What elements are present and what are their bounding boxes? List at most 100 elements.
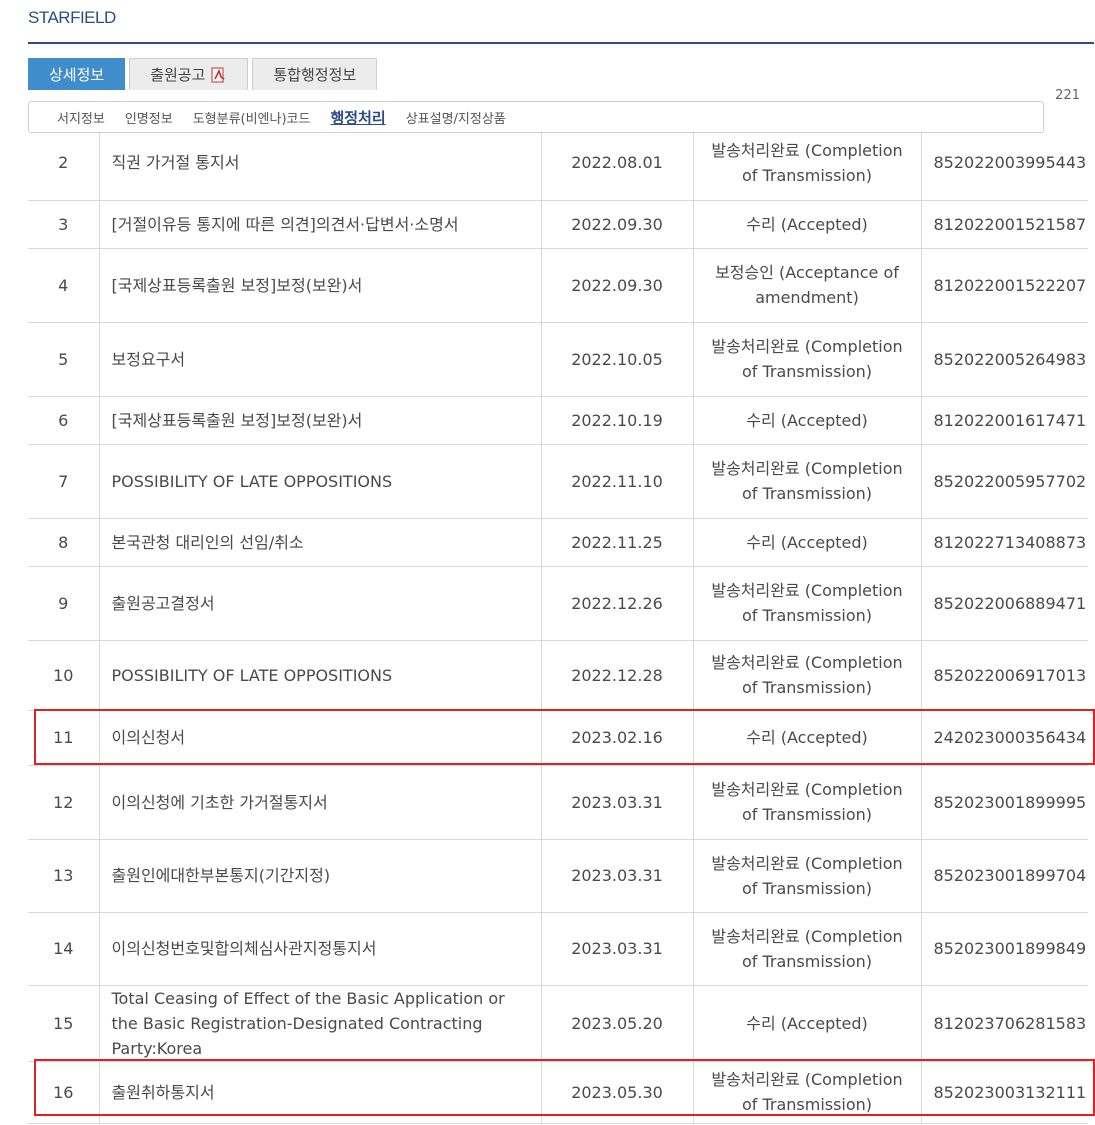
document-number: 852022005957702 bbox=[921, 444, 1088, 519]
document-number: 852023001899995 bbox=[921, 765, 1088, 840]
process-date: 2022.10.05 bbox=[541, 322, 694, 397]
document-name: 본국관청 대리인의 선임/취소 bbox=[99, 518, 542, 567]
document-number: 852022003995443 bbox=[921, 126, 1088, 201]
row-number: 10 bbox=[28, 640, 100, 711]
table-row: 5 보정요구서 2022.10.05 발송처리완료 (Completion of Tr… bbox=[28, 322, 1088, 397]
process-date: 2022.12.26 bbox=[541, 566, 694, 641]
subnav-admin-process[interactable]: 행정처리 bbox=[330, 107, 385, 128]
row-number: 16 bbox=[28, 1061, 100, 1124]
process-status: 발송처리완료 (Completion of Transmission) bbox=[693, 322, 922, 397]
process-date: 2023.03.31 bbox=[541, 839, 694, 913]
process-status: 수리 (Accepted) bbox=[693, 710, 922, 766]
tab-integrated-admin[interactable]: 통합행정정보 bbox=[252, 58, 378, 90]
document-name: Total Ceasing of Effect of the Basic App… bbox=[99, 985, 542, 1062]
process-status: 발송처리완료 (Completion of Transmission) bbox=[693, 126, 922, 201]
row-number: 11 bbox=[28, 710, 100, 766]
process-date: 2023.05.30 bbox=[541, 1061, 694, 1124]
document-name: [거절이유등 통지에 따른 의견]의견서·답변서·소명서 bbox=[99, 200, 542, 249]
document-number: 852023001899849 bbox=[921, 912, 1088, 986]
document-number: 812022713408873 bbox=[921, 518, 1088, 567]
document-number: 852023003132111 bbox=[921, 1061, 1088, 1124]
row-number: 14 bbox=[28, 912, 100, 986]
sub-navigation: 서지정보 인명정보 도형분류(비엔나)코드 행정처리 상표설명/지정상품 bbox=[28, 101, 1044, 133]
process-date: 2022.09.30 bbox=[541, 200, 694, 249]
document-number: 812023706281583 bbox=[921, 985, 1088, 1062]
process-date: 2023.05.20 bbox=[541, 985, 694, 1062]
process-date: 2023.03.31 bbox=[541, 765, 694, 840]
document-name: 이의신청에 기초한 가거절통지서 bbox=[99, 765, 542, 840]
table-row: 16 출원취하통지서 2023.05.30 발송처리완료 (Completion of… bbox=[28, 1061, 1088, 1124]
process-status: 수리 (Accepted) bbox=[693, 396, 922, 445]
row-number: 2 bbox=[28, 126, 100, 201]
table-row: 6 [국제상표등록출원 보정]보정(보완)서 2022.10.19 수리 (Accep… bbox=[28, 396, 1088, 445]
process-status: 발송처리완료 (Completion of Transmission) bbox=[693, 912, 922, 986]
document-name: [국제상표등록출원 보정]보정(보완)서 bbox=[99, 248, 542, 323]
row-number: 9 bbox=[28, 566, 100, 641]
row-number: 6 bbox=[28, 396, 100, 445]
process-status: 발송처리완료 (Completion of Transmission) bbox=[693, 1061, 922, 1124]
tab-label: 통합행정정보 bbox=[273, 65, 357, 84]
process-status: 수리 (Accepted) bbox=[693, 518, 922, 567]
document-number: 812022001617471 bbox=[921, 396, 1088, 445]
tab-publication[interactable]: 출원공고 bbox=[129, 58, 249, 90]
table-row: 11 이의신청서 2023.02.16 수리 (Accepted) 2420230003… bbox=[28, 710, 1088, 766]
document-number: 852022006889471 bbox=[921, 566, 1088, 641]
document-number: 812022001522207 bbox=[921, 248, 1088, 323]
document-name: 직권 가거절 통지서 bbox=[99, 126, 542, 201]
table-row: 2 직권 가거절 통지서 2022.08.01 발송처리완료 (Completion … bbox=[28, 126, 1088, 201]
document-name: [국제상표등록출원 보정]보정(보완)서 bbox=[99, 396, 542, 445]
table-row: 3 [거절이유등 통지에 따른 의견]의견서·답변서·소명서 2022.09.30 수… bbox=[28, 200, 1088, 249]
tab-label: 출원공고 bbox=[150, 65, 206, 84]
table-row: 9 출원공고결정서 2022.12.26 발송처리완료 (Completion of … bbox=[28, 566, 1088, 641]
process-status: 발송처리완료 (Completion of Transmission) bbox=[693, 444, 922, 519]
document-name: POSSIBILITY OF LATE OPPOSITIONS bbox=[99, 444, 542, 519]
table-row: 7 POSSIBILITY OF LATE OPPOSITIONS 2022.11.… bbox=[28, 444, 1088, 519]
table-row: 15 Total Ceasing of Effect of the Basic A… bbox=[28, 985, 1088, 1062]
document-number: 852022005264983 bbox=[921, 322, 1088, 397]
row-number: 13 bbox=[28, 839, 100, 913]
document-name: POSSIBILITY OF LATE OPPOSITIONS bbox=[99, 640, 542, 711]
table-row: 10 POSSIBILITY OF LATE OPPOSITIONS 2022.12… bbox=[28, 640, 1088, 711]
row-number: 15 bbox=[28, 985, 100, 1062]
process-status: 발송처리완료 (Completion of Transmission) bbox=[693, 640, 922, 711]
document-name: 출원인에대한부본통지(기간지정) bbox=[99, 839, 542, 913]
document-number: 852022006917013 bbox=[921, 640, 1088, 711]
process-status: 수리 (Accepted) bbox=[693, 200, 922, 249]
process-date: 2022.12.28 bbox=[541, 640, 694, 711]
subnav-person-info[interactable]: 인명정보 bbox=[125, 108, 173, 127]
document-name: 보정요구서 bbox=[99, 322, 542, 397]
pdf-icon[interactable] bbox=[211, 67, 227, 83]
document-name: 출원공고결정서 bbox=[99, 566, 542, 641]
brand-logo: STARFIELD bbox=[28, 8, 116, 27]
header-divider bbox=[28, 42, 1094, 44]
process-date: 2022.11.10 bbox=[541, 444, 694, 519]
table-row: 14 이의신청번호및합의체심사관지정통지서 2023.03.31 발송처리완료 (Co… bbox=[28, 912, 1088, 986]
document-number: 852023001899704 bbox=[921, 839, 1088, 913]
process-date: 2022.10.19 bbox=[541, 396, 694, 445]
subnav-vienna-code[interactable]: 도형분류(비엔나)코드 bbox=[193, 108, 311, 127]
document-name: 출원취하통지서 bbox=[99, 1061, 542, 1124]
main-tabs: 상세정보 출원공고 통합행정정보 bbox=[28, 58, 381, 92]
row-number: 4 bbox=[28, 248, 100, 323]
document-name: 이의신청서 bbox=[99, 710, 542, 766]
row-number: 12 bbox=[28, 765, 100, 840]
tab-details[interactable]: 상세정보 bbox=[28, 58, 126, 90]
subnav-bibliographic[interactable]: 서지정보 bbox=[57, 108, 105, 127]
document-name: 이의신청번호및합의체심사관지정통지서 bbox=[99, 912, 542, 986]
subnav-goods[interactable]: 상표설명/지정상품 bbox=[406, 108, 506, 127]
document-number: 812022001521587 bbox=[921, 200, 1088, 249]
process-status: 발송처리완료 (Completion of Transmission) bbox=[693, 765, 922, 840]
row-number: 7 bbox=[28, 444, 100, 519]
table-row: 12 이의신청에 기초한 가거절통지서 2023.03.31 발송처리완료 (Comp… bbox=[28, 765, 1088, 840]
process-date: 2022.11.25 bbox=[541, 518, 694, 567]
process-date: 2022.08.01 bbox=[541, 126, 694, 201]
row-number: 3 bbox=[28, 200, 100, 249]
process-status: 발송처리완료 (Completion of Transmission) bbox=[693, 566, 922, 641]
row-number: 5 bbox=[28, 322, 100, 397]
table-row: 13 출원인에대한부본통지(기간지정) 2023.03.31 발송처리완료 (Comp… bbox=[28, 839, 1088, 913]
table-row: 4 [국제상표등록출원 보정]보정(보완)서 2022.09.30 보정승인 (Acc… bbox=[28, 248, 1088, 323]
document-number: 242023000356434 bbox=[921, 710, 1088, 766]
process-status: 수리 (Accepted) bbox=[693, 985, 922, 1062]
row-number: 8 bbox=[28, 518, 100, 567]
process-status: 보정승인 (Acceptance of amendment) bbox=[693, 248, 922, 323]
